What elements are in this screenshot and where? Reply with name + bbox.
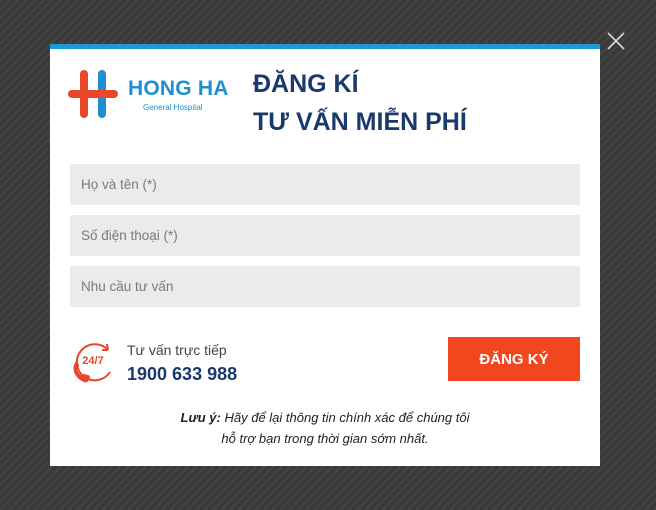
logo-subtitle: General Hospital: [143, 103, 203, 112]
logo-name: HONG HA: [128, 77, 229, 100]
hotline-number[interactable]: 1900 633 988: [127, 364, 237, 385]
consultation-need-field[interactable]: [70, 266, 580, 307]
hospital-logo: HONG HA General Hospital: [68, 69, 228, 123]
note-prefix: Lưu ý:: [180, 410, 221, 425]
note-text: Lưu ý: Hãy để lại thông tin chính xác để…: [50, 407, 600, 449]
hotline-24-7-icon: 24/7: [68, 339, 118, 389]
note-line-1: Hãy để lại thông tin chính xác để chúng …: [224, 410, 470, 425]
name-field[interactable]: [70, 164, 580, 205]
register-button[interactable]: ĐĂNG KÝ: [448, 337, 580, 381]
phone-field[interactable]: [70, 215, 580, 256]
title-line-2: TƯ VẤN MIỄN PHÍ: [253, 108, 467, 136]
hospital-cross-icon: [68, 70, 118, 118]
hotline-icon-text: 24/7: [82, 355, 103, 367]
form-title: ĐĂNG KÍ TƯ VẤN MIỄN PHÍ: [253, 65, 467, 141]
note-line-2: hỗ trợ bạn trong thời gian sớm nhất.: [221, 431, 429, 446]
registration-modal: HONG HA General Hospital ĐĂNG KÍ TƯ VẤN …: [50, 44, 600, 466]
close-icon[interactable]: [605, 30, 627, 52]
title-line-1: ĐĂNG KÍ: [253, 70, 359, 98]
hotline-label: Tư vấn trực tiếp: [127, 342, 227, 358]
